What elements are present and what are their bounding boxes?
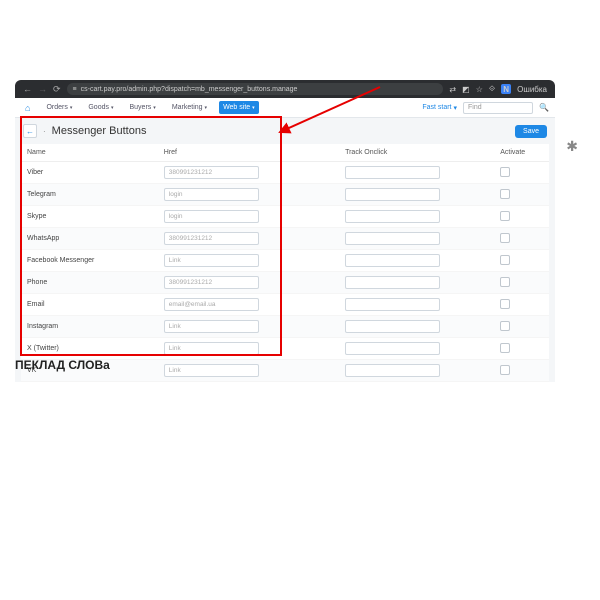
- track-input[interactable]: [345, 342, 440, 355]
- row-name: WhatsApp: [21, 228, 158, 250]
- href-input[interactable]: Link: [164, 364, 259, 377]
- track-input[interactable]: [345, 364, 440, 377]
- page-title: Messenger Buttons: [52, 125, 147, 137]
- track-input[interactable]: [345, 276, 440, 289]
- activate-checkbox[interactable]: [500, 343, 510, 353]
- back-button[interactable]: ←: [23, 124, 37, 138]
- col-activate: Activate: [494, 144, 549, 162]
- href-input[interactable]: email@email.ua: [164, 298, 259, 311]
- href-input[interactable]: 380991231212: [164, 166, 259, 179]
- extensions-icon[interactable]: ⟐: [489, 84, 495, 94]
- table-row: Telegram login: [21, 184, 549, 206]
- href-input[interactable]: 380991231212: [164, 232, 259, 245]
- row-name: Telegram: [21, 184, 158, 206]
- href-input[interactable]: Link: [164, 320, 259, 333]
- lock-icon: ≡: [73, 86, 77, 93]
- track-input[interactable]: [345, 166, 440, 179]
- activate-checkbox[interactable]: [500, 321, 510, 331]
- qr-icon[interactable]: ◩: [462, 85, 470, 94]
- url-bar[interactable]: ≡ cs-cart.pay.pro/admin.php?dispatch=mb_…: [67, 83, 444, 95]
- reload-icon[interactable]: ⟳: [53, 84, 61, 95]
- col-track: Track Onclick: [315, 144, 494, 162]
- track-input[interactable]: [345, 254, 440, 267]
- nav-back-icon[interactable]: ←: [23, 84, 32, 94]
- page-header: ← · Messenger Buttons Save: [15, 118, 555, 144]
- fast-start-link[interactable]: Fast start▾: [422, 104, 457, 112]
- user-avatar[interactable]: N: [501, 84, 511, 94]
- activate-checkbox[interactable]: [500, 299, 510, 309]
- table-row: WhatsApp 380991231212: [21, 228, 549, 250]
- track-input[interactable]: [345, 298, 440, 311]
- href-input[interactable]: login: [164, 188, 259, 201]
- activate-checkbox[interactable]: [500, 277, 510, 287]
- activate-checkbox[interactable]: [500, 167, 510, 177]
- track-input[interactable]: [345, 232, 440, 245]
- table-row: Instagram Link: [21, 316, 549, 338]
- track-input[interactable]: [345, 320, 440, 333]
- href-input[interactable]: 380991231212: [164, 276, 259, 289]
- href-input[interactable]: login: [164, 210, 259, 223]
- home-icon[interactable]: ⌂: [21, 100, 34, 116]
- activate-checkbox[interactable]: [500, 233, 510, 243]
- nav-forward-icon[interactable]: →: [38, 84, 47, 94]
- col-name: Name: [21, 144, 158, 162]
- settings-table: Name Href Track Onclick Activate Viber 38…: [21, 144, 549, 382]
- translate-icon[interactable]: ⇄: [449, 85, 456, 94]
- row-name: Facebook Messenger: [21, 250, 158, 272]
- cropped-text: ПЕКЛАД СЛОВа: [15, 358, 110, 372]
- col-href: Href: [158, 144, 315, 162]
- browser-chrome-bar: ← → ⟳ ≡ cs-cart.pay.pro/admin.php?dispat…: [15, 80, 555, 98]
- table-row: Viber 380991231212: [21, 162, 549, 184]
- nav-website[interactable]: Web site▾: [219, 101, 259, 114]
- search-input[interactable]: Find: [463, 102, 533, 114]
- bug-icon[interactable]: ✱: [566, 138, 578, 155]
- track-input[interactable]: [345, 188, 440, 201]
- nav-orders[interactable]: Orders▾: [42, 101, 76, 114]
- nav-buyers[interactable]: Buyers▾: [126, 101, 160, 114]
- table-row: Email email@email.ua: [21, 294, 549, 316]
- activate-checkbox[interactable]: [500, 255, 510, 265]
- row-name: Email: [21, 294, 158, 316]
- table-row: Facebook Messenger Link: [21, 250, 549, 272]
- search-icon[interactable]: 🔍: [539, 103, 549, 112]
- row-name: Phone: [21, 272, 158, 294]
- admin-top-nav: ⌂ Orders▾ Goods▾ Buyers▾ Marketing▾ Web …: [15, 98, 555, 118]
- save-button[interactable]: Save: [515, 125, 547, 138]
- track-input[interactable]: [345, 210, 440, 223]
- url-text: cs-cart.pay.pro/admin.php?dispatch=mb_me…: [81, 86, 298, 93]
- activate-checkbox[interactable]: [500, 211, 510, 221]
- href-input[interactable]: Link: [164, 342, 259, 355]
- table-row: X (Twitter) Link: [21, 338, 549, 360]
- row-name: Instagram: [21, 316, 158, 338]
- row-name: Viber: [21, 162, 158, 184]
- star-icon[interactable]: ☆: [476, 85, 483, 94]
- nav-marketing[interactable]: Marketing▾: [168, 101, 211, 114]
- row-name: Skype: [21, 206, 158, 228]
- activate-checkbox[interactable]: [500, 189, 510, 199]
- activate-checkbox[interactable]: [500, 365, 510, 375]
- table-row: Skype login: [21, 206, 549, 228]
- row-name: X (Twitter): [21, 338, 158, 360]
- href-input[interactable]: Link: [164, 254, 259, 267]
- nav-goods[interactable]: Goods▾: [84, 101, 117, 114]
- table-row: Phone 380991231212: [21, 272, 549, 294]
- error-indicator[interactable]: Ошибка: [517, 85, 547, 94]
